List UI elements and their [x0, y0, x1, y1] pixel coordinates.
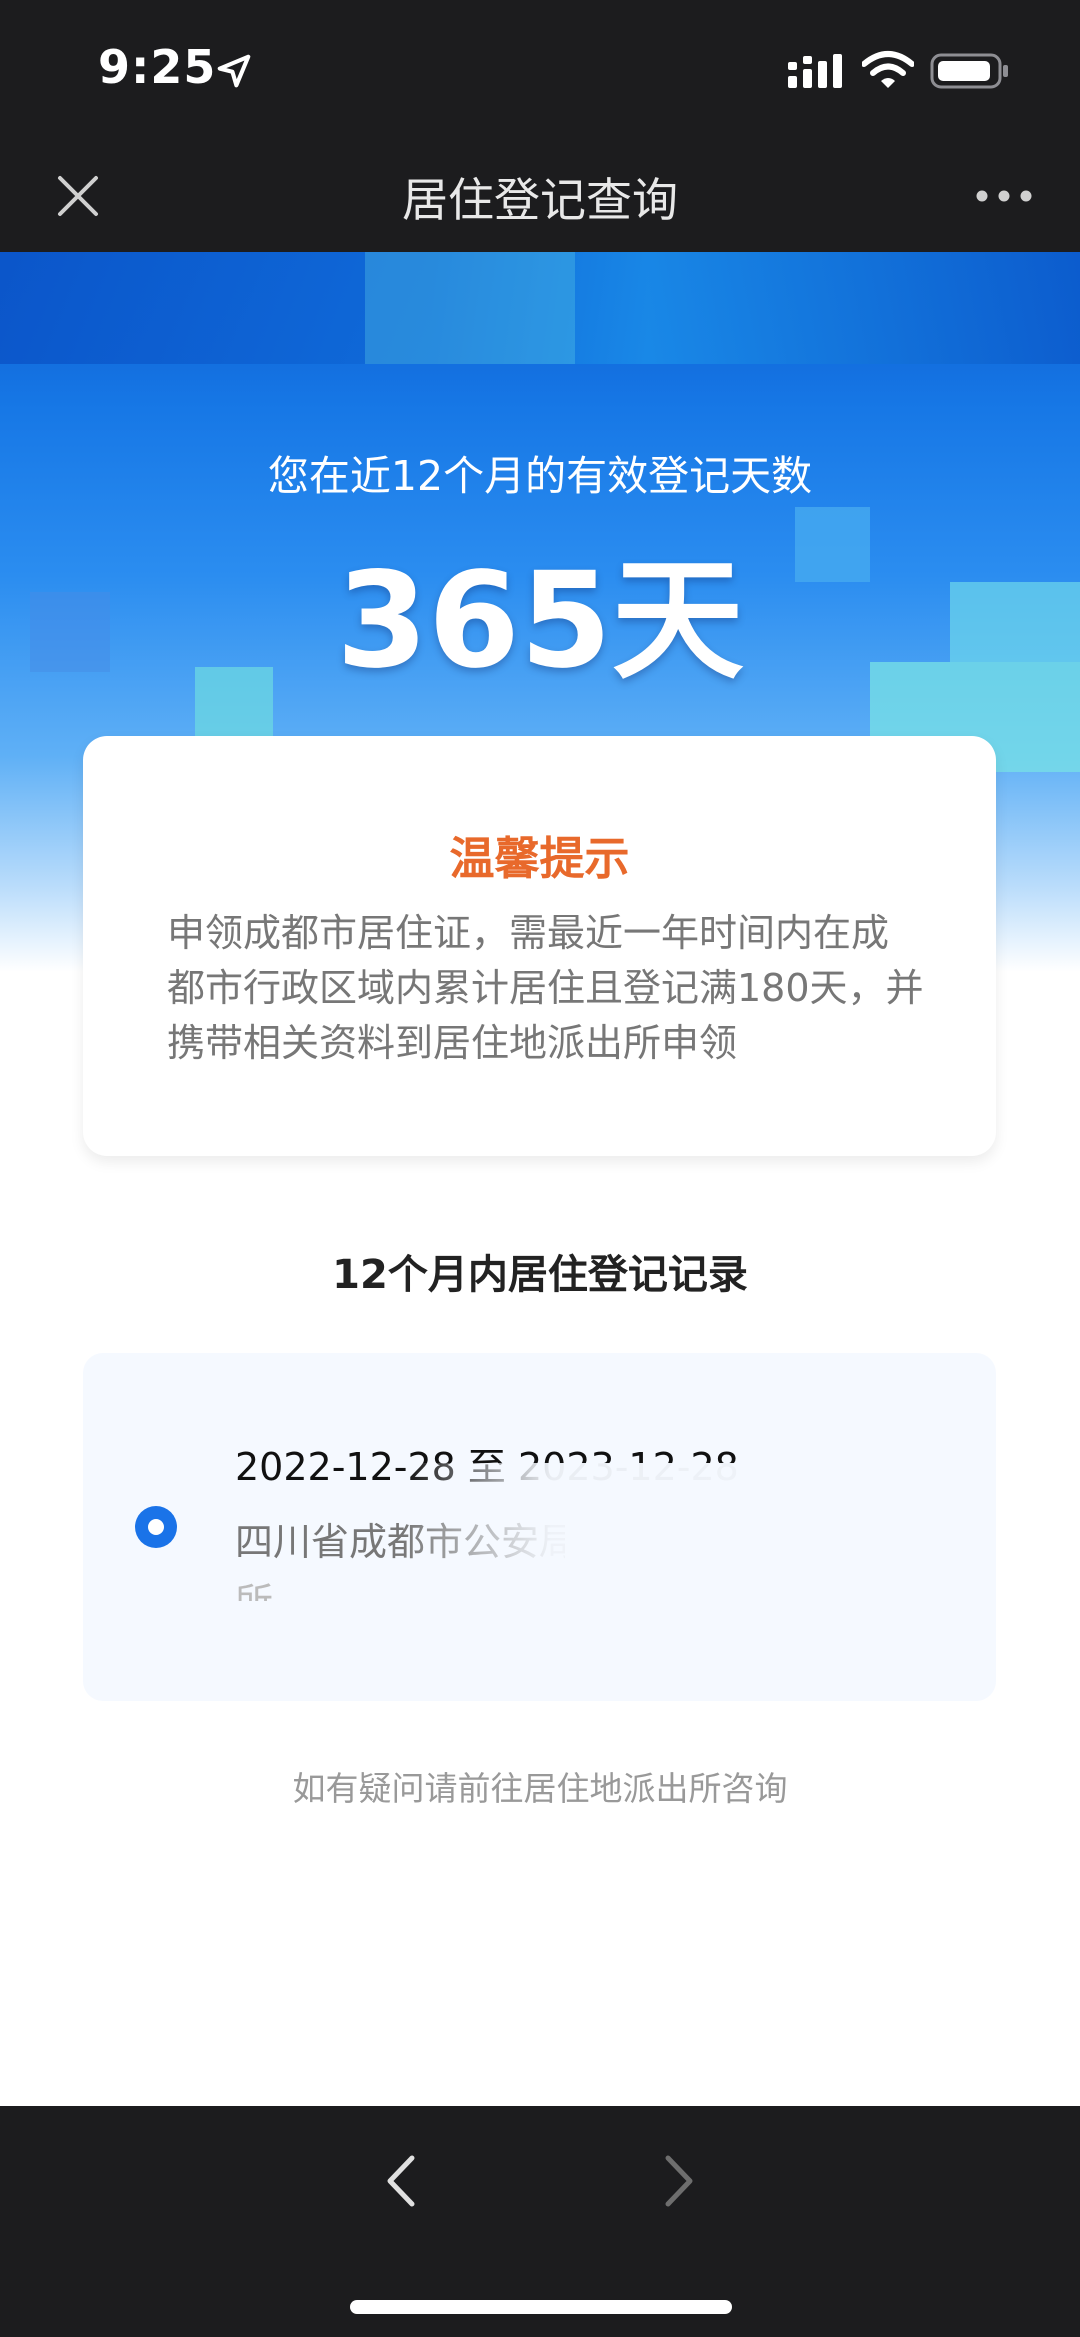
- record-place-line2: 所: [235, 1571, 273, 1601]
- battery-icon: [930, 53, 1008, 89]
- more-icon[interactable]: [972, 176, 1036, 216]
- tip-title: 温馨提示: [449, 832, 630, 885]
- tip-body: 申领成都市居住证，需最近一年时间内在成都市行政区域内累计居住且登记满180天，并…: [167, 911, 924, 1065]
- radio-selected-icon[interactable]: [135, 1506, 177, 1548]
- tip-card: 温馨提示 申领成都市居住证，需最近一年时间内在成都市行政区域内累计居住且登记满1…: [83, 736, 996, 1156]
- registered-days: 365天: [336, 544, 744, 698]
- page-title: 居住登记查询: [402, 173, 678, 227]
- status-time: 9:25: [98, 40, 217, 94]
- location-arrow-icon: [217, 54, 251, 88]
- chevron-right-icon[interactable]: [654, 2148, 702, 2214]
- chevron-left-icon[interactable]: [378, 2148, 426, 2214]
- decor-tile: [365, 252, 575, 364]
- record-item[interactable]: 2022-12-28 至 2023-12-28 四川省成都市公安局 所: [83, 1353, 996, 1701]
- records-title: 12个月内居住登记记录: [332, 1252, 748, 1298]
- home-indicator: [350, 2300, 732, 2314]
- footer-hint: 如有疑问请前往居住地派出所咨询: [292, 1769, 788, 1808]
- screen: 9:25 居住登记查询 您在近12个月的有效登记天数 365天 温馨提示 申领成…: [0, 0, 1080, 2337]
- wifi-icon: [862, 51, 914, 88]
- signal-icon: [788, 54, 842, 88]
- hero-subtitle: 您在近12个月的有效登记天数: [267, 452, 813, 500]
- status-bar: 9:25: [0, 0, 1080, 140]
- bottom-toolbar: [0, 2106, 1080, 2337]
- nav-bar: 居住登记查询: [0, 140, 1080, 252]
- blur-overlay: [403, 1463, 996, 1701]
